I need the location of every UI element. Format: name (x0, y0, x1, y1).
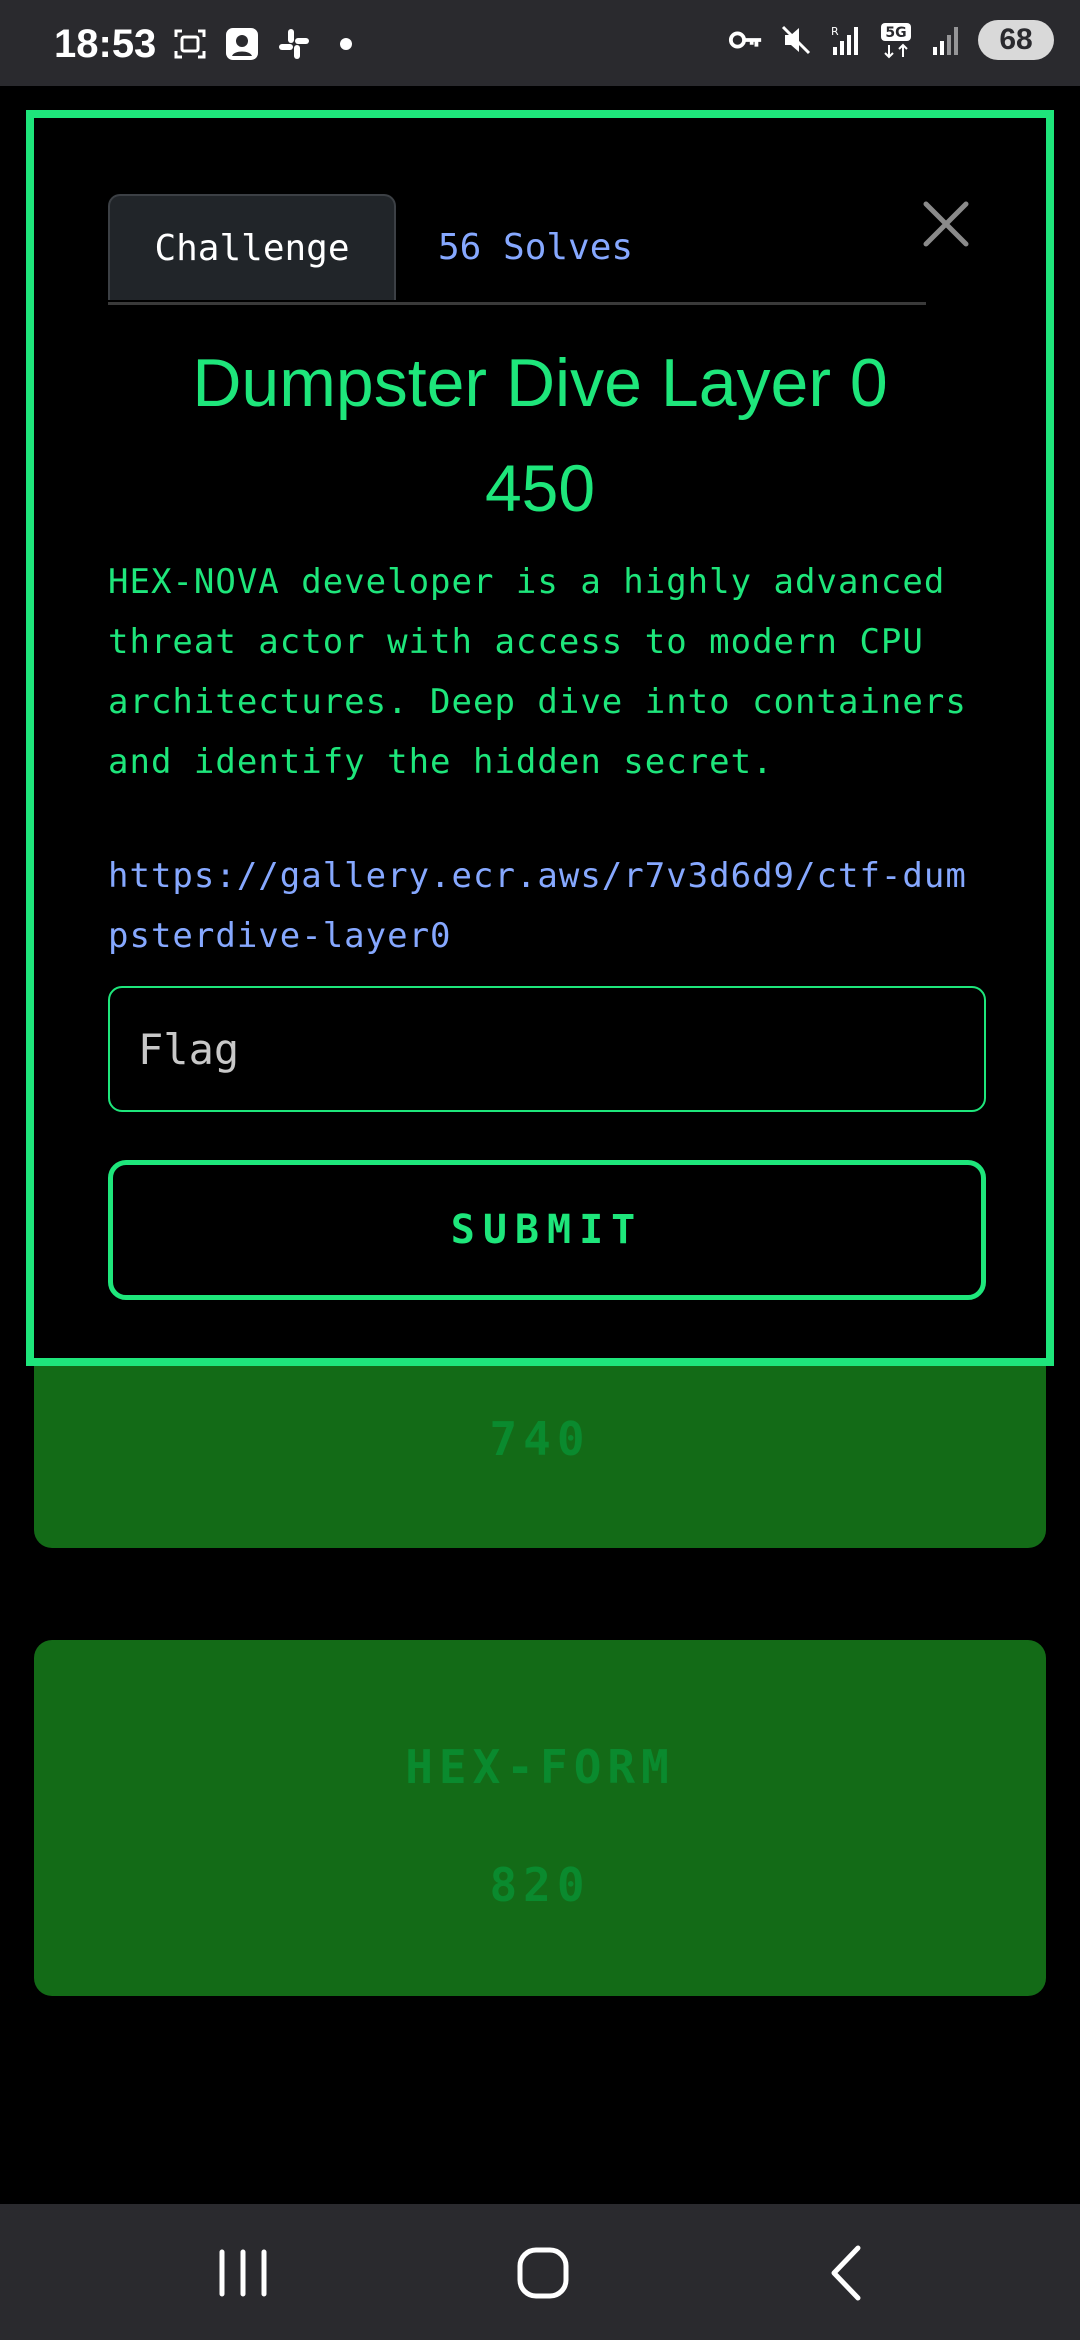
submit-button[interactable]: SUBMIT (108, 1160, 986, 1300)
back-icon[interactable] (812, 2238, 882, 2308)
close-icon[interactable] (918, 196, 974, 252)
flag-input[interactable] (108, 986, 986, 1112)
notification-icons (172, 26, 364, 62)
signal-r-icon: R (828, 22, 864, 58)
mute-icon (778, 22, 814, 58)
tab-challenge[interactable]: Challenge (108, 194, 396, 300)
challenge-card[interactable]: HEX-FORM 820 (34, 1640, 1046, 1996)
system-status-icons: R 5G 68 (728, 20, 1054, 60)
status-time: 18:53 (54, 22, 157, 66)
svg-text:R: R (831, 25, 839, 38)
modal-tabs: Challenge 56 Solves (108, 194, 926, 305)
tab-solves[interactable]: 56 Solves (398, 194, 673, 300)
challenge-modal: Challenge 56 Solves Dumpster Dive Layer … (26, 110, 1054, 1366)
5g-data-icon: 5G (878, 22, 914, 59)
assistant-icon (224, 26, 260, 62)
challenge-title: Dumpster Dive Layer 0 (192, 345, 888, 421)
slack-icon (276, 26, 312, 62)
screenshot-icon (172, 26, 208, 62)
challenge-card-points: 740 (489, 1412, 591, 1466)
battery-icon: 68 (978, 20, 1054, 60)
svg-text:5G: 5G (885, 25, 906, 41)
vpn-key-icon (728, 22, 764, 58)
challenge-points: 450 (484, 451, 596, 525)
challenge-card-name: HEX-FORM (405, 1740, 675, 1794)
recents-icon[interactable] (208, 2238, 278, 2308)
dot-icon (328, 26, 364, 62)
home-icon[interactable] (508, 2238, 578, 2308)
challenge-card-points: 820 (489, 1858, 591, 1912)
challenge-description: HEX-NOVA developer is a highly advanced … (108, 562, 967, 782)
challenge-link[interactable]: https://gallery.ecr.aws/r7v3d6d9/ctf-dum… (108, 846, 988, 966)
signal-icon (928, 22, 964, 58)
app-page: 18:53 R 5G 68 740 HEX-FORM 820 Challenge… (0, 0, 1080, 2340)
status-bar: 18:53 R 5G 68 (0, 0, 1080, 86)
navigation-bar (0, 2204, 1080, 2340)
